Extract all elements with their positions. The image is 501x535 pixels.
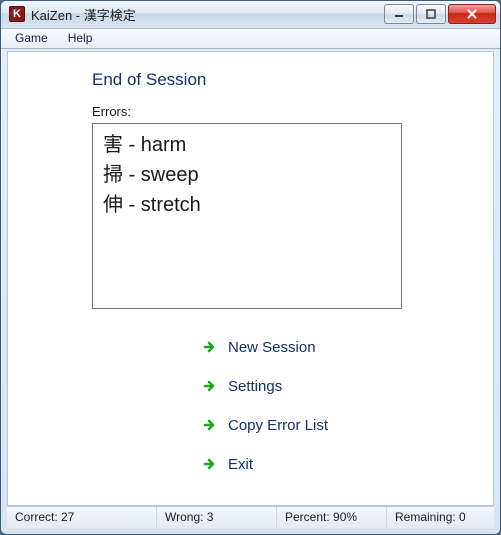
content: End of Session Errors: 害 - harm 掃 - swee… <box>8 52 493 505</box>
statusbar: Correct: 27 Wrong: 3 Percent: 90% Remain… <box>7 506 494 528</box>
errors-label: Errors: <box>92 104 469 119</box>
minimize-icon <box>394 9 404 19</box>
maximize-icon <box>426 9 436 19</box>
arrow-right-icon <box>202 456 218 472</box>
status-percent: Percent: 90% <box>277 507 387 528</box>
menubar: Game Help <box>1 29 500 49</box>
client-area: End of Session Errors: 害 - harm 掃 - swee… <box>7 51 494 506</box>
error-item: 害 - harm <box>103 130 391 160</box>
close-icon <box>466 9 478 19</box>
status-wrong: Wrong: 3 <box>157 507 277 528</box>
session-heading: End of Session <box>92 70 469 90</box>
error-item: 掃 - sweep <box>103 160 391 190</box>
arrow-right-icon <box>202 417 218 433</box>
close-button[interactable] <box>448 4 496 24</box>
arrow-right-icon <box>202 339 218 355</box>
app-window: K KaiZen - 漢字検定 Game Help End of Session… <box>0 0 501 535</box>
titlebar[interactable]: K KaiZen - 漢字検定 <box>1 1 500 29</box>
window-controls <box>384 4 496 24</box>
errors-list: 害 - harm 掃 - sweep 伸 - stretch <box>92 123 402 309</box>
status-remaining: Remaining: 0 <box>387 507 494 528</box>
menu-help[interactable]: Help <box>58 29 103 47</box>
action-label: New Session <box>228 339 316 356</box>
new-session-link[interactable]: New Session <box>202 339 469 356</box>
copy-errors-link[interactable]: Copy Error List <box>202 417 469 434</box>
action-label: Settings <box>228 378 282 395</box>
window-title: KaiZen - 漢字検定 <box>31 5 384 24</box>
settings-link[interactable]: Settings <box>202 378 469 395</box>
app-icon: K <box>9 6 25 22</box>
maximize-button[interactable] <box>416 4 446 24</box>
menu-game[interactable]: Game <box>5 29 58 47</box>
error-item: 伸 - stretch <box>103 190 391 220</box>
action-label: Exit <box>228 456 253 473</box>
actions: New Session Settings Copy Error List <box>202 339 469 473</box>
minimize-button[interactable] <box>384 4 414 24</box>
exit-link[interactable]: Exit <box>202 456 469 473</box>
arrow-right-icon <box>202 378 218 394</box>
action-label: Copy Error List <box>228 417 328 434</box>
status-correct: Correct: 27 <box>7 507 157 528</box>
